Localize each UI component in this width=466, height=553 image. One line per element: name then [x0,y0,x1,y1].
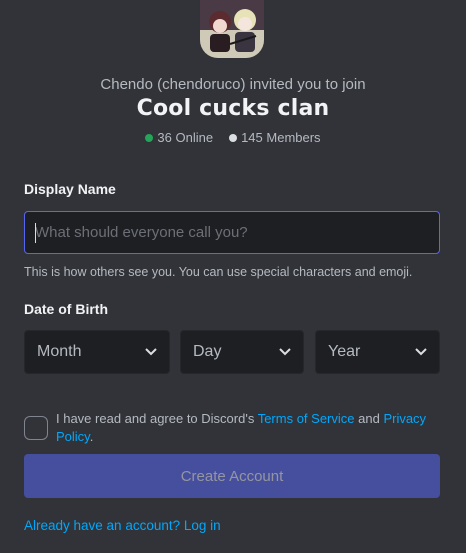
chevron-down-icon [279,348,291,356]
server-avatar-image [200,0,264,58]
member-count: 145 Members [241,130,321,145]
server-avatar [200,0,264,58]
month-placeholder: Month [37,343,82,360]
date-of-birth-label: Date of Birth [24,301,108,317]
tos-and: and [354,411,384,426]
tos-agreement-text: I have read and agree to Discord's Terms… [56,410,446,446]
server-name: Cool cucks clan [136,96,330,121]
server-stats: 36 Online 145 Members [0,130,466,145]
terms-of-service-link[interactable]: Terms of Service [258,411,355,426]
tos-suffix: . [89,429,94,444]
tos-checkbox[interactable] [24,416,48,440]
day-select[interactable]: Day [180,330,304,374]
tos-prefix: I have read and agree to Discord's [56,411,258,426]
text-caret [35,223,36,243]
year-select[interactable]: Year [315,330,440,374]
day-placeholder: Day [193,343,222,360]
display-name-label: Display Name [24,181,116,197]
inviter-text: Chendo (chendoruco) invited you to join [100,76,366,93]
chevron-down-icon [145,348,157,356]
online-dot-icon [145,133,154,142]
month-select[interactable]: Month [24,330,170,374]
members-dot-icon [229,133,238,142]
login-link[interactable]: Already have an account? Log in [24,518,221,533]
online-stat: 36 Online [145,130,213,145]
members-stat: 145 Members [229,130,321,145]
display-name-hint: This is how others see you. You can use … [24,265,413,279]
online-count: 36 Online [157,130,214,145]
display-name-input[interactable] [24,211,440,254]
create-account-button[interactable]: Create Account [24,454,440,498]
invite-registration-page: Chendo (chendoruco) invited you to join … [0,0,466,553]
chevron-down-icon [415,348,427,356]
year-placeholder: Year [328,343,361,360]
